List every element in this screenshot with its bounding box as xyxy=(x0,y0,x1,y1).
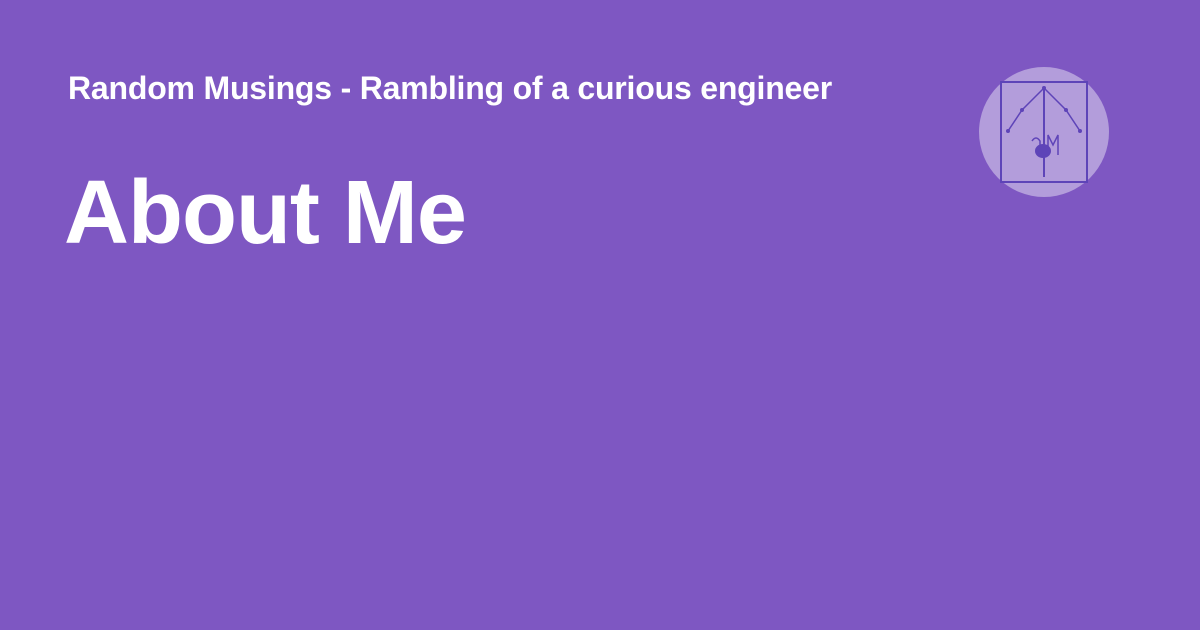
site-logo-icon xyxy=(979,67,1109,197)
site-title: Random Musings - Rambling of a curious e… xyxy=(68,70,833,106)
page-title: About Me xyxy=(64,163,467,263)
